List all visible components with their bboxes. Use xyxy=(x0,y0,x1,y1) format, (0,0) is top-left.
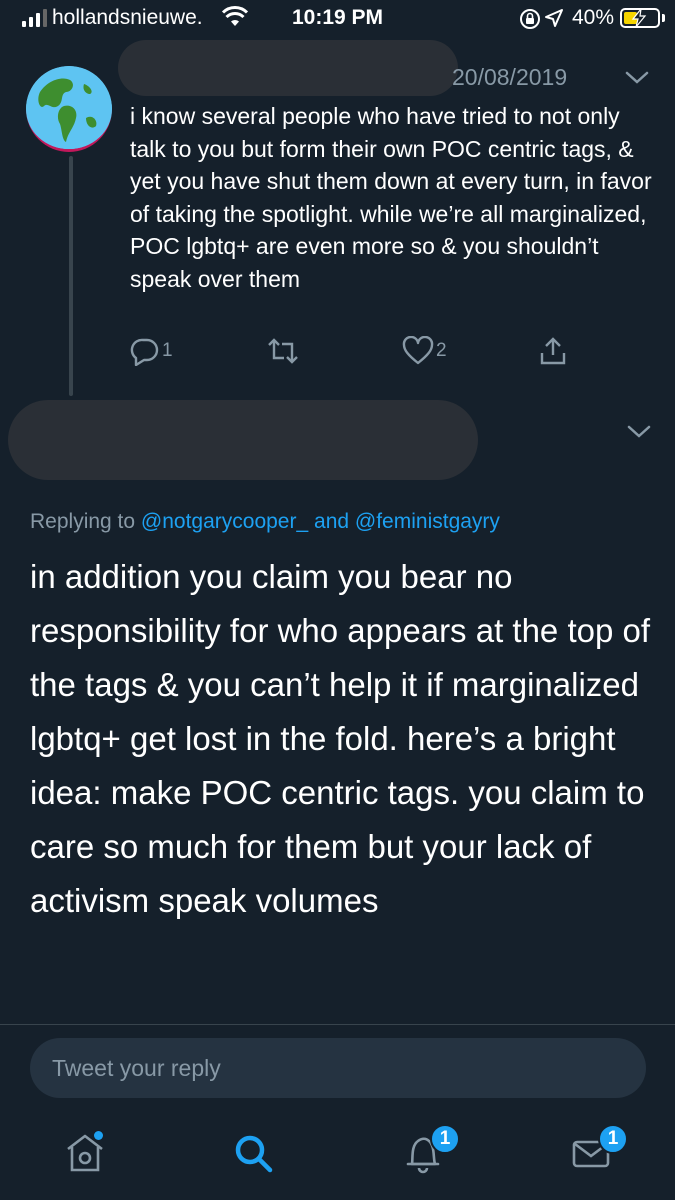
battery-tip xyxy=(662,14,665,22)
redacted-username xyxy=(118,40,458,96)
reply-button[interactable]: 1 xyxy=(130,336,173,366)
mention-link[interactable]: @feministgayry xyxy=(355,510,500,533)
status-bar: hollandsnieuwe. 10:19 PM 40% xyxy=(0,0,675,40)
reply-input[interactable]: Tweet your reply xyxy=(30,1038,646,1098)
share-icon xyxy=(540,337,566,365)
replying-to-line: Replying to @notgarycooper_ and @feminis… xyxy=(30,510,500,534)
thread-connector-line xyxy=(69,156,73,396)
reply-icon xyxy=(130,338,159,366)
retweet-button[interactable] xyxy=(266,336,302,366)
location-arrow-icon xyxy=(544,8,564,33)
main-tweet-text: in addition you claim you bear no respon… xyxy=(30,558,651,919)
retweet-icon xyxy=(268,338,298,364)
tab-bar xyxy=(0,1108,675,1200)
chevron-down-icon[interactable] xyxy=(626,424,652,445)
earth-globe-icon xyxy=(26,66,112,149)
avatar[interactable] xyxy=(26,66,112,152)
reply-placeholder: Tweet your reply xyxy=(52,1055,221,1081)
tweet-text: i know several people who have tried to … xyxy=(130,103,652,292)
like-count: 2 xyxy=(436,340,447,361)
tab-search[interactable] xyxy=(228,1128,278,1178)
mention-link[interactable]: @notgarycooper_ xyxy=(141,510,308,533)
redacted-user-header xyxy=(8,400,478,480)
home-new-indicator xyxy=(94,1131,103,1140)
reply-count: 1 xyxy=(162,340,173,361)
search-icon xyxy=(235,1135,273,1173)
messages-badge: 1 xyxy=(598,1124,628,1154)
battery-percent: 40% xyxy=(572,6,615,29)
divider xyxy=(0,1024,675,1025)
notifications-badge: 1 xyxy=(430,1124,460,1154)
replying-prefix: Replying to xyxy=(30,510,136,533)
chevron-down-icon[interactable] xyxy=(624,70,650,91)
share-button[interactable] xyxy=(538,336,568,366)
tweet-actions: 1 2 xyxy=(130,336,600,370)
heart-icon xyxy=(402,336,434,365)
mention-joiner[interactable]: and xyxy=(314,510,349,533)
like-button[interactable]: 2 xyxy=(402,336,447,366)
rotation-lock-icon xyxy=(519,8,541,35)
tweet-date: 20/08/2019 xyxy=(452,64,568,90)
charging-bolt-icon xyxy=(629,6,649,33)
